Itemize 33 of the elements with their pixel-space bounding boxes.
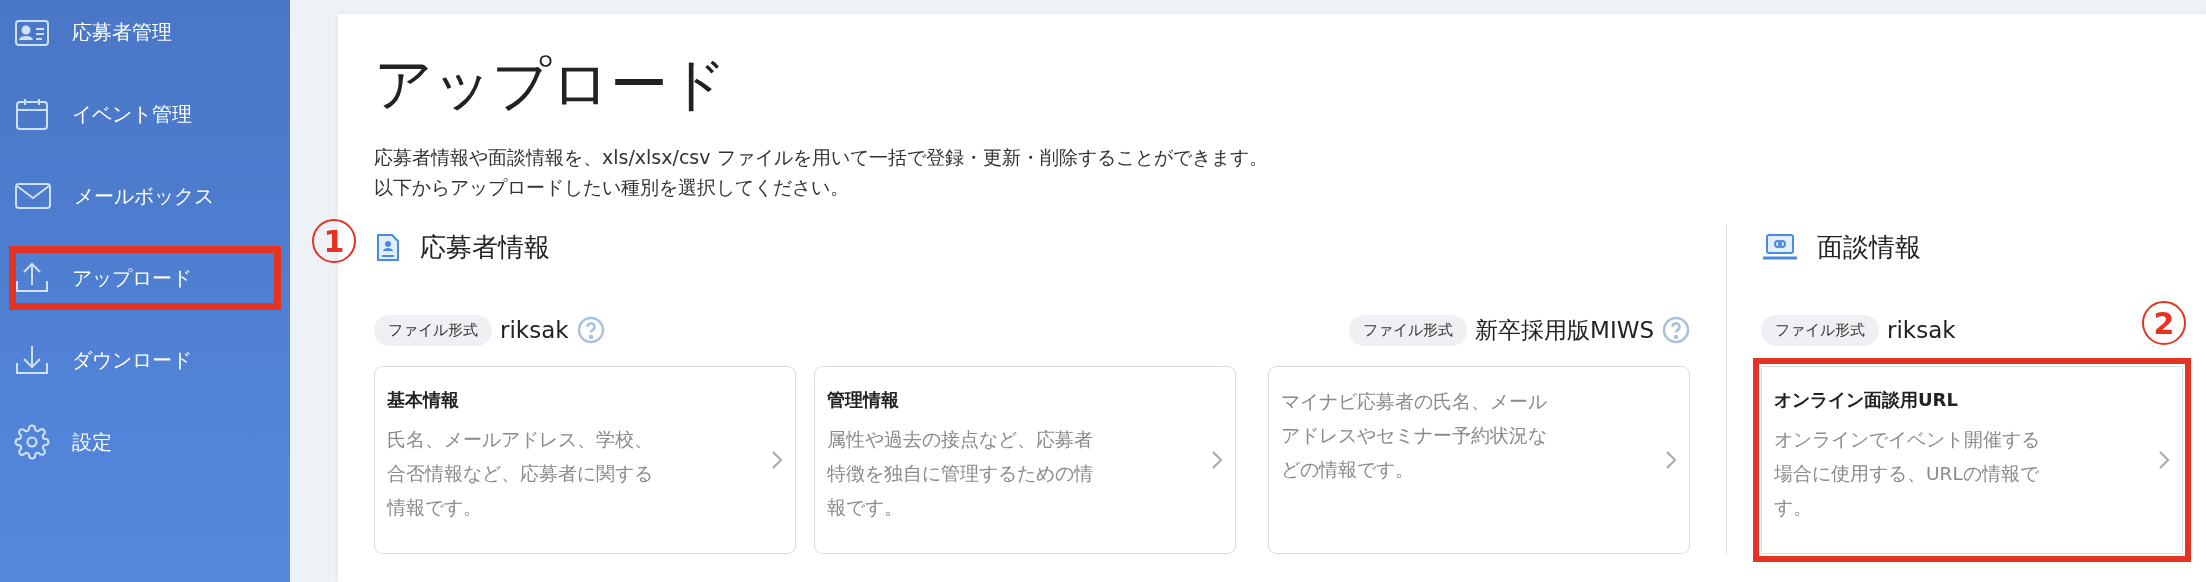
- upload-type-card[interactable]: 管理情報 属性や過去の接点など、応募者特徴を独自に管理するための情報です。: [814, 366, 1236, 554]
- calendar-icon: [14, 96, 50, 132]
- section-title: 応募者情報: [420, 230, 550, 264]
- chevron-right-icon: [2158, 450, 2170, 470]
- id-card-icon: [14, 17, 50, 47]
- file-format: 新卒採用版MIWS: [1475, 315, 1654, 345]
- format-badge: ファイル形式: [374, 314, 492, 346]
- file-format: riksak: [500, 317, 569, 343]
- help-icon[interactable]: [1662, 316, 1690, 344]
- chevron-right-icon: [1211, 450, 1223, 470]
- chevron-right-icon: [1665, 450, 1677, 470]
- upload-icon: [14, 261, 50, 295]
- section-title: 面談情報: [1817, 230, 1921, 264]
- file-format: riksak: [1887, 317, 1956, 343]
- sidebar-item[interactable]: イベント管理: [0, 73, 290, 155]
- upload-type-card[interactable]: 基本情報 氏名、メールアドレス、学校、合否情報など、応募者に関する情報です。: [374, 366, 796, 554]
- help-icon[interactable]: [576, 316, 605, 344]
- sidebar-item[interactable]: 応募者管理: [0, 0, 290, 73]
- annotation-marker: 2: [2142, 301, 2186, 345]
- document-icon: [374, 231, 402, 263]
- format-badge: ファイル形式: [1349, 314, 1468, 346]
- page-title: アップロード: [374, 49, 728, 120]
- sidebar-item[interactable]: メールボックス: [0, 155, 290, 237]
- settings-icon: [14, 424, 50, 460]
- sidebar-item[interactable]: 設定: [0, 401, 290, 483]
- envelope-icon: [14, 181, 52, 211]
- sidebar-item[interactable]: ダウンロード: [0, 319, 290, 401]
- upload-type-card[interactable]: マイナビ応募者の氏名、メールアドレスやセミナー予約状況などの情報です。: [1268, 366, 1690, 554]
- page-description: 応募者情報や面談情報を、xls/xlsx/csv ファイルを用いて一括で登録・更新・削除することができます。 以下からアップロードしたい種別を選択してください。: [374, 145, 1269, 200]
- download-icon: [14, 343, 50, 377]
- chevron-right-icon: [771, 450, 783, 470]
- format-badge: ファイル形式: [1761, 314, 1879, 346]
- laptop-icon: [1761, 232, 1799, 262]
